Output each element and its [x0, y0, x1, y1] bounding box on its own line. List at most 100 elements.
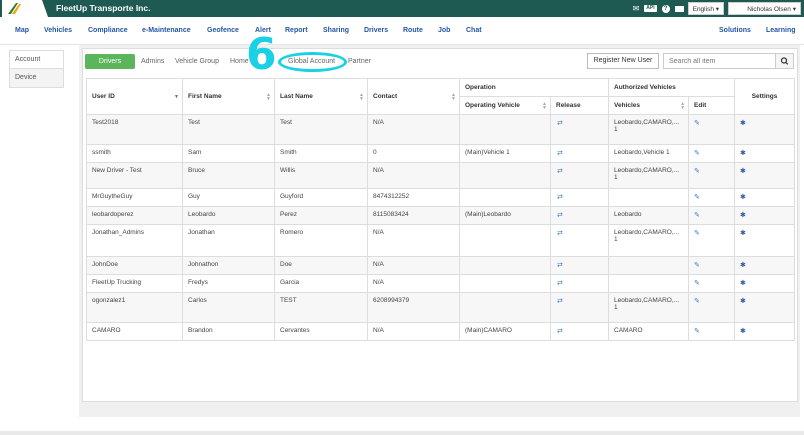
col-header-contact[interactable]: Contact ▲ ▼ — [367, 78, 460, 115]
release-icon[interactable]: ⇄ — [557, 328, 563, 335]
tab-drivers[interactable]: Drivers — [85, 54, 135, 69]
cell-settings: ✱ — [734, 224, 796, 257]
sort-icon[interactable]: ▲ ▼ — [359, 92, 364, 101]
cell-edit: ✎ — [688, 162, 736, 189]
table-row[interactable]: CAMARO Brandon Cervantes N/A (Main)CAMARO ⇄ CA… — [86, 322, 796, 341]
edit-icon[interactable]: ✎ — [694, 298, 700, 305]
release-icon[interactable]: ⇄ — [557, 262, 563, 269]
release-icon[interactable]: ⇄ — [557, 150, 563, 157]
nav-chat[interactable]: Chat — [466, 27, 482, 34]
nav-map[interactable]: Map — [15, 27, 29, 34]
cell-operating-vehicle — [459, 256, 551, 275]
edit-icon[interactable]: ✎ — [694, 212, 700, 219]
nav-vehicles[interactable]: Vehicles — [44, 27, 72, 34]
edit-icon[interactable]: ✎ — [694, 262, 700, 269]
cell-release: ⇄ — [549, 206, 610, 225]
edit-icon[interactable]: ✎ — [694, 194, 700, 201]
tab-partner[interactable]: Partner — [348, 58, 371, 65]
side-menu-account[interactable]: Account — [10, 51, 63, 69]
edit-icon[interactable]: ✎ — [694, 168, 700, 175]
cell-first-name: Fredys — [182, 274, 275, 293]
edit-icon[interactable]: ✎ — [694, 280, 700, 287]
release-icon[interactable]: ⇄ — [557, 120, 563, 127]
col-group-authorized-vehicles: Authorized Vehicles — [608, 78, 736, 97]
release-icon[interactable]: ⇄ — [557, 212, 563, 219]
col-header-last-name[interactable]: Last Name ▲ ▼ — [274, 78, 368, 115]
nav-report[interactable]: Report — [285, 27, 308, 34]
nav-drivers[interactable]: Drivers — [364, 27, 388, 34]
cell-contact: 8474312252 — [367, 188, 460, 207]
sort-icon[interactable]: ▲ ▼ — [680, 101, 685, 110]
cell-release: ⇄ — [549, 162, 610, 189]
account-side-menu: Account Device — [9, 50, 64, 88]
tab-vehicle-group[interactable]: Vehicle Group — [175, 58, 219, 65]
nav-job[interactable]: Job — [438, 27, 450, 34]
folder-icon[interactable] — [674, 5, 684, 12]
mail-icon[interactable]: ✉ — [633, 4, 640, 13]
main-nav: Map Vehicles Compliance e-Maintenance Ge… — [0, 17, 804, 45]
col-header-first-name[interactable]: First Name ▲ ▼ — [182, 78, 275, 115]
sort-desc-icon[interactable]: ▼ — [174, 94, 179, 99]
sort-icon[interactable]: ▲ ▼ — [266, 92, 271, 101]
cell-settings: ✱ — [734, 162, 796, 189]
cell-user-id: JohnDoe — [86, 256, 183, 275]
table-row[interactable]: ogonzalez1 Carlos TEST 6208994379 ⇄ Leobardo,… — [86, 292, 796, 323]
cell-release: ⇄ — [549, 224, 610, 257]
side-menu-device[interactable]: Device — [10, 69, 63, 87]
fleetup-logo[interactable] — [2, 0, 48, 17]
table-row[interactable]: Jonathan_Admins Jonathan Romero N/A ⇄ Leobard… — [86, 224, 796, 257]
table-row[interactable]: FleetUp Trucking Fredys Garcia N/A ⇄ ✎ ✱ — [86, 274, 796, 293]
gear-icon[interactable]: ✱ — [740, 120, 746, 127]
gear-icon[interactable]: ✱ — [740, 168, 746, 175]
release-icon[interactable]: ⇄ — [557, 298, 563, 305]
release-icon[interactable]: ⇄ — [557, 280, 563, 287]
nav-route[interactable]: Route — [403, 27, 423, 34]
help-icon[interactable]: ? — [661, 4, 670, 13]
col-header-user-id[interactable]: User ID ▼ — [86, 78, 183, 115]
table-row[interactable]: MrGuytheGuy Guy Guyford 8474312252 ⇄ ✎ ✱ — [86, 188, 796, 207]
col-header-vehicles[interactable]: Vehicles ▲ ▼ — [608, 96, 690, 115]
gear-icon[interactable]: ✱ — [740, 298, 746, 305]
api-button[interactable]: API — [644, 5, 657, 12]
sort-icon[interactable]: ▲ ▼ — [451, 92, 456, 101]
table-row[interactable]: New Driver - Test Bruce Willis N/A ⇄ Leobardo… — [86, 162, 796, 189]
nav-solutions[interactable]: Solutions — [719, 27, 751, 34]
gear-icon[interactable]: ✱ — [740, 230, 746, 237]
release-icon[interactable]: ⇄ — [557, 230, 563, 237]
release-icon[interactable]: ⇄ — [557, 194, 563, 201]
edit-icon[interactable]: ✎ — [694, 328, 700, 335]
gear-icon[interactable]: ✱ — [740, 262, 746, 269]
release-icon[interactable]: ⇄ — [557, 168, 563, 175]
cell-settings: ✱ — [734, 256, 796, 275]
sort-icon[interactable]: ▲ ▼ — [542, 101, 547, 110]
table-row[interactable]: ssmith Sam Smith 0 (Main)Vehicle 1 ⇄ Leobardo,… — [86, 144, 796, 163]
language-dropdown[interactable]: English ▾ — [687, 2, 724, 15]
nav-e-maintenance[interactable]: e-Maintenance — [142, 27, 191, 34]
search-button[interactable] — [775, 53, 794, 69]
gear-icon[interactable]: ✱ — [740, 328, 746, 335]
gear-icon[interactable]: ✱ — [740, 194, 746, 201]
cell-release: ⇄ — [549, 322, 610, 341]
table-row[interactable]: JohnDoe Johnathon Doe N/A ⇄ ✎ ✱ — [86, 256, 796, 275]
cell-settings: ✱ — [734, 144, 796, 163]
table-row[interactable]: leobardoperez Leobardo Perez 8115083424 (Mai… — [86, 206, 796, 225]
gear-icon[interactable]: ✱ — [740, 212, 746, 219]
cell-vehicles: Leobardo,CAMARO,... 1 — [608, 162, 690, 189]
nav-compliance[interactable]: Compliance — [88, 27, 128, 34]
cell-operating-vehicle: (Main)Vehicle 1 — [459, 144, 551, 163]
edit-icon[interactable]: ✎ — [694, 230, 700, 237]
tab-admins[interactable]: Admins — [141, 58, 164, 65]
nav-learning[interactable]: Learning — [766, 27, 796, 34]
table-row[interactable]: Test2018 Test Test N/A ⇄ Leobardo,CAMARO,... … — [86, 114, 796, 145]
nav-sharing[interactable]: Sharing — [323, 27, 349, 34]
gear-icon[interactable]: ✱ — [740, 150, 746, 157]
search-input[interactable] — [663, 53, 776, 69]
cell-last-name: Romero — [274, 224, 368, 257]
gear-icon[interactable]: ✱ — [740, 280, 746, 287]
nav-geofence[interactable]: Geofence — [207, 27, 239, 34]
user-menu-dropdown[interactable]: Nicholas Olsen ▾ — [728, 2, 801, 15]
edit-icon[interactable]: ✎ — [694, 150, 700, 157]
register-new-user-button[interactable]: Register New User — [587, 53, 659, 69]
col-header-operating-vehicle[interactable]: Operating Vehicle ▲ ▼ — [459, 96, 551, 115]
edit-icon[interactable]: ✎ — [694, 120, 700, 127]
